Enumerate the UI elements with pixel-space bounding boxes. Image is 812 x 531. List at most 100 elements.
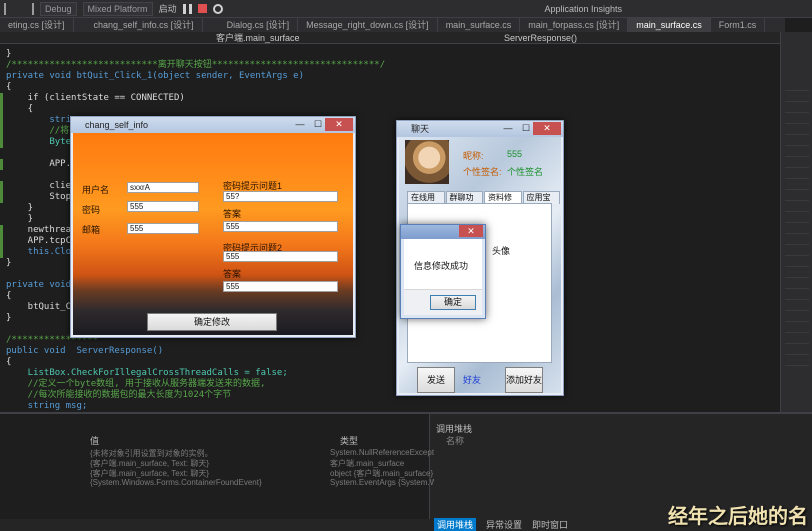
solution-tree-item[interactable] (785, 201, 809, 212)
solution-tree-item[interactable] (785, 190, 809, 201)
minimize-button[interactable]: — (499, 122, 517, 135)
restart-icon[interactable] (212, 3, 223, 14)
solution-tree-item[interactable] (785, 267, 809, 278)
code-line[interactable]: } (6, 203, 33, 214)
solution-tree-item[interactable] (785, 80, 809, 91)
locals-pane[interactable]: 值 类型 {未将对象引用设置到对象的实例。 {客户端.main_surface,… (0, 414, 469, 519)
tab-main-surface[interactable]: main_surface.cs (438, 18, 521, 32)
nav-member-dropdown[interactable]: ServerResponse() (504, 32, 577, 44)
solution-tree-item[interactable] (785, 355, 809, 366)
solution-tree-item[interactable] (785, 256, 809, 267)
code-line[interactable]: private void btQuit_Click_1(object sende… (6, 71, 304, 82)
solution-tree-item[interactable] (785, 245, 809, 256)
friends-link[interactable]: 好友 (463, 373, 481, 386)
solution-tree-item[interactable] (785, 91, 809, 102)
tab-immediate-window[interactable]: 即时窗口 (532, 518, 568, 531)
solution-tree-item[interactable] (785, 278, 809, 289)
solution-tree-item[interactable] (785, 333, 809, 344)
solution-tree-item[interactable] (785, 311, 809, 322)
avatar[interactable] (405, 140, 449, 184)
solution-tree-item[interactable] (785, 168, 809, 179)
code-line[interactable]: { (6, 82, 11, 93)
code-line[interactable]: ListBox.CheckForIllegalCrossThreadCalls … (6, 368, 288, 379)
start-button[interactable]: 启动 (159, 2, 177, 15)
code-line[interactable]: } (6, 214, 33, 225)
minimize-button[interactable]: — (291, 118, 309, 131)
solution-tree-item[interactable] (785, 113, 809, 124)
confirm-modify-button[interactable]: 确定修改 (147, 313, 277, 331)
email-field[interactable]: 555 (127, 223, 199, 234)
code-line[interactable]: { (6, 357, 11, 368)
config-combo[interactable]: Debug (40, 1, 77, 16)
tab-exception-settings[interactable]: 异常设置 (486, 518, 522, 531)
solution-tree-item[interactable] (785, 223, 809, 234)
stop-icon[interactable] (197, 4, 207, 13)
tab-message-right-down[interactable]: Message_right_down.cs [设计] (298, 18, 438, 32)
code-line[interactable]: } (6, 313, 11, 324)
panel-text: 头像 (492, 246, 511, 256)
change-indicator (0, 192, 3, 203)
self-info-title: chang_self_info (85, 120, 149, 130)
question1-field[interactable]: 55? (223, 191, 338, 202)
tab-call-stack[interactable]: 调用堆栈 (434, 518, 477, 531)
code-line[interactable]: newthread (6, 225, 77, 236)
password-field[interactable]: 555 (127, 201, 199, 212)
msgbox-close-button[interactable]: ✕ (459, 225, 483, 237)
code-line[interactable]: } (6, 49, 11, 60)
solution-tree-item[interactable] (785, 212, 809, 223)
add-friend-button[interactable]: 添加好友 (505, 367, 543, 393)
solution-tree-item[interactable] (785, 300, 809, 311)
answer1-field[interactable]: 555 (223, 221, 338, 232)
solution-tree-item[interactable] (785, 157, 809, 168)
tab-dialog[interactable]: Dialog.cs [设计] (203, 18, 299, 32)
tab-eting[interactable]: eting.cs [设计] (0, 18, 74, 32)
solution-tree-item[interactable] (785, 179, 809, 190)
code-line[interactable]: public void ServerResponse() (6, 346, 163, 357)
vs-toolbar: Debug Mixed Platform 启动 Application Insi… (0, 0, 812, 18)
solution-tree-item[interactable] (785, 344, 809, 355)
answer2-field[interactable]: 555 (223, 281, 338, 292)
code-line[interactable]: { (6, 104, 33, 115)
tab-main-forpass[interactable]: main_forpass.cs [设计] (520, 18, 629, 32)
application-insights[interactable]: Application Insights (544, 4, 622, 14)
code-line[interactable]: string msg; (6, 401, 88, 412)
solution-tree-item[interactable] (785, 102, 809, 113)
ok-button[interactable]: 确定 (430, 295, 476, 310)
solution-tree-item[interactable] (785, 234, 809, 245)
code-line[interactable]: { (6, 291, 11, 302)
close-button[interactable]: ✕ (325, 118, 353, 131)
change-indicator (0, 181, 3, 192)
nav-class-dropdown[interactable]: 客户端.main_surface (216, 32, 300, 44)
solution-tree-item[interactable] (785, 146, 809, 157)
solution-tree-item[interactable] (785, 124, 809, 135)
solution-tree-item[interactable] (785, 322, 809, 333)
send-button[interactable]: 发送 (417, 367, 455, 393)
locals-row: {System.Windows.Forms.ContainerFoundEven… (90, 478, 262, 487)
code-line[interactable]: } (6, 258, 11, 269)
question2-field[interactable]: 555 (223, 251, 338, 262)
chat-title: 聊天 (411, 124, 430, 134)
pause-icon[interactable] (182, 3, 192, 14)
self-info-window[interactable]: chang_self_info — ☐ ✕ 用户名 sxxrA 密码 555 邮… (70, 116, 356, 338)
solution-tree-item[interactable] (785, 135, 809, 146)
signature-value: 个性签名 (507, 167, 544, 177)
code-line[interactable]: /***************************离开聊天按钮******… (6, 60, 385, 71)
success-message-box[interactable]: ✕ 信息修改成功 确定 (400, 224, 486, 319)
code-line[interactable]: if (clientState == CONNECTED) (6, 93, 185, 104)
code-line[interactable]: //将字 (6, 126, 78, 137)
redo-icon[interactable] (22, 2, 34, 15)
close-button[interactable]: ✕ (533, 122, 561, 135)
code-line[interactable]: //定义一个byte数组, 用于接收从服务器端发送来的数据, (6, 379, 266, 390)
nickname-value: 555 (507, 149, 523, 159)
solution-explorer-strip[interactable] (780, 32, 812, 412)
undo-icon[interactable] (4, 2, 16, 15)
tab-main-surface-active[interactable]: main_surface.cs (628, 18, 711, 32)
solution-tree-item[interactable] (785, 289, 809, 300)
platform-combo[interactable]: Mixed Platform (82, 1, 153, 16)
username-field[interactable]: sxxrA (127, 182, 199, 193)
navigation-bar: 客户端.main_surface ServerResponse() (0, 32, 785, 44)
tab-form1[interactable]: Form1.cs (711, 18, 766, 32)
code-line[interactable]: //每次所能接收的数据包的最大长度为1024个字节 (6, 390, 232, 401)
tab-chang-self-info[interactable]: chang_self_info.cs [设计] (74, 18, 203, 32)
change-indicator (0, 247, 3, 258)
